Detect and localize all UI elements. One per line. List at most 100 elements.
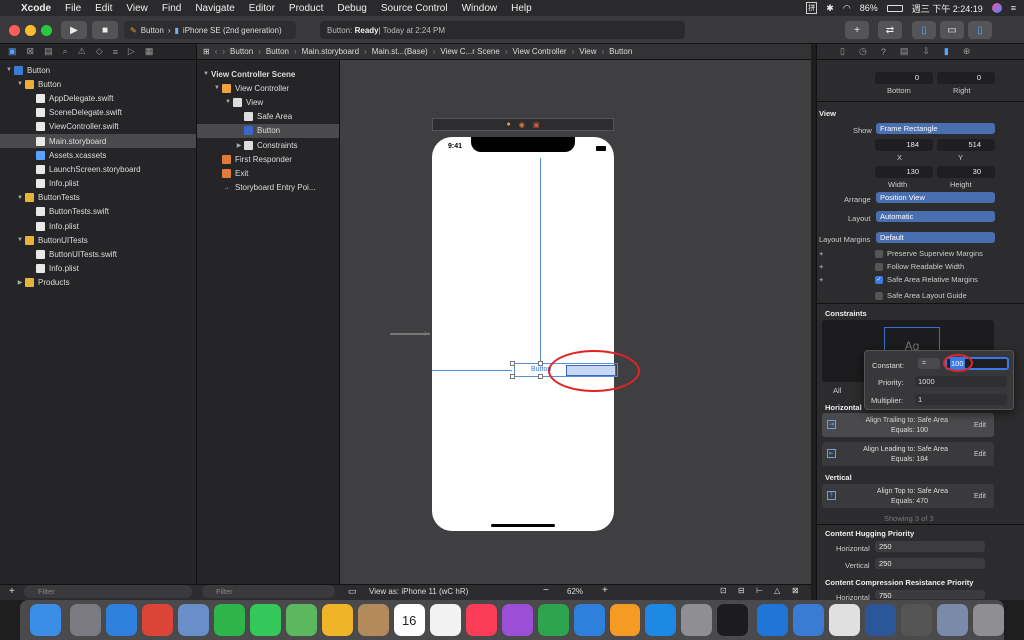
outline-item[interactable]: → Storyboard Entry Poi... xyxy=(197,181,339,195)
outline-item[interactable]: ▼ View Controller xyxy=(197,81,339,95)
jump-bar-item[interactable]: Button xyxy=(230,47,253,56)
update-frames-icon[interactable]: ⊡ xyxy=(720,586,727,595)
navigator-item[interactable]: ▶ Products xyxy=(0,276,196,290)
disclosure-triangle-icon[interactable]: ▼ xyxy=(15,237,25,243)
menu-file[interactable]: File xyxy=(58,3,88,14)
podcasts-icon[interactable] xyxy=(501,604,533,636)
issue-icon[interactable]: ⚠ xyxy=(78,46,86,57)
facetime-icon[interactable] xyxy=(213,604,245,636)
first-responder-icon[interactable]: ◉ xyxy=(519,121,525,129)
zoom-out-button[interactable]: − xyxy=(543,585,549,596)
safari-icon[interactable] xyxy=(105,604,137,636)
jump-bar-item[interactable]: Main.storyboard xyxy=(302,47,359,56)
maps-icon[interactable] xyxy=(285,604,317,636)
constraint-card-trailing[interactable]: ⇥ Align Trailing to: Safe Area Equals: 1… xyxy=(822,413,994,437)
trash-icon[interactable] xyxy=(973,604,1005,636)
pages-icon[interactable] xyxy=(609,604,641,636)
jump-bar-item[interactable]: View C...r Scene xyxy=(440,47,499,56)
align-icon[interactable]: ⊟ xyxy=(738,586,745,595)
minimize-window-button[interactable] xyxy=(25,25,36,36)
history-inspector-icon[interactable]: ◷ xyxy=(859,46,867,57)
control-center-icon[interactable]: ≡ xyxy=(1011,3,1016,13)
add-constraints-icon[interactable]: ⊢ xyxy=(756,586,763,595)
menu-window[interactable]: Window xyxy=(455,3,505,14)
checkbox[interactable] xyxy=(875,292,883,300)
music-icon[interactable] xyxy=(465,604,497,636)
navigator-item[interactable]: AppDelegate.swift xyxy=(0,91,196,105)
navigator-item[interactable]: Info.plist xyxy=(0,219,196,233)
messages-icon[interactable] xyxy=(249,604,281,636)
view-controller-icon[interactable]: ● xyxy=(507,121,511,128)
resize-handle[interactable] xyxy=(538,361,543,366)
constraint-card-leading[interactable]: ⇤ Align Leading to: Safe Area Equals: 18… xyxy=(822,442,994,466)
zoom-in-button[interactable]: + xyxy=(602,585,608,596)
downloads-icon[interactable] xyxy=(937,604,969,636)
contacts-icon[interactable] xyxy=(357,604,389,636)
outline-item[interactable]: ▼ View xyxy=(197,95,339,109)
forward-icon[interactable]: › xyxy=(222,47,225,56)
toggle-debug-area-button[interactable]: ▭ xyxy=(940,21,964,39)
attributes-inspector-icon[interactable]: ⇩ xyxy=(922,46,930,57)
report-icon[interactable]: ▦ xyxy=(145,46,154,57)
resolve-issues-icon[interactable]: △ xyxy=(774,586,780,595)
navigator-item[interactable]: ButtonUITests.swift xyxy=(0,247,196,261)
disclosure-triangle-icon[interactable]: ▼ xyxy=(4,67,14,73)
resize-handle[interactable] xyxy=(510,374,515,379)
app-store-icon[interactable] xyxy=(645,604,677,636)
finder-icon[interactable] xyxy=(30,604,61,636)
bluetooth-icon[interactable]: ✱ xyxy=(826,3,834,14)
input-method-icon[interactable]: 拼 xyxy=(806,2,818,14)
priority-popup[interactable]: 1000 xyxy=(915,376,1007,387)
jump-bar-item[interactable]: Button xyxy=(609,47,632,56)
layout-margins-popup[interactable]: Default xyxy=(876,232,995,243)
system-preferences-icon[interactable] xyxy=(681,604,713,636)
breakpoint-icon[interactable]: ▷ xyxy=(128,46,135,57)
add-file-icon[interactable]: + xyxy=(9,586,15,597)
source-control-icon[interactable]: ⊠ xyxy=(27,46,35,57)
navigator-item[interactable]: ▼ ButtonUITests xyxy=(0,233,196,247)
reminders-icon[interactable] xyxy=(429,604,461,636)
outline-item[interactable]: Exit xyxy=(197,166,339,180)
preview-icon[interactable] xyxy=(177,604,209,636)
numbers-icon[interactable] xyxy=(537,604,569,636)
navigator-item[interactable]: LaunchScreen.storyboard xyxy=(0,162,196,176)
iphone-view[interactable] xyxy=(432,137,614,531)
edit-button[interactable]: Edit xyxy=(974,422,986,429)
arrange-popup[interactable]: Position View xyxy=(876,192,995,203)
navigator-item[interactable]: Info.plist xyxy=(0,177,196,191)
word-icon[interactable] xyxy=(865,604,897,636)
width-field[interactable]: 130 xyxy=(875,166,933,178)
back-icon[interactable]: ‹ xyxy=(215,47,218,56)
show-popup[interactable]: Frame Rectangle xyxy=(876,123,995,134)
jump-bar-item[interactable]: Main.st...(Base) xyxy=(372,47,428,56)
connections-inspector-icon[interactable]: ⊕ xyxy=(963,46,971,57)
keynote-icon[interactable] xyxy=(573,604,605,636)
xcode-icon[interactable] xyxy=(757,604,789,636)
clock[interactable]: 週三 下午 2:24:19 xyxy=(912,2,983,15)
file-inspector-icon[interactable]: ▯ xyxy=(840,46,845,57)
disclosure-triangle-icon[interactable]: ▼ xyxy=(15,195,25,201)
chrome-icon[interactable] xyxy=(141,604,173,636)
test-icon[interactable]: ◇ xyxy=(96,46,103,57)
close-window-button[interactable] xyxy=(9,25,20,36)
plus-icon[interactable]: + xyxy=(819,262,823,271)
wifi-icon[interactable]: ◠ xyxy=(843,3,851,14)
navigator-item[interactable]: Assets.xcassets xyxy=(0,148,196,162)
menu-product[interactable]: Product xyxy=(282,3,330,14)
symbol-icon[interactable]: ▤ xyxy=(44,46,53,57)
edit-button[interactable]: Edit xyxy=(974,451,986,458)
outline-item[interactable]: ▶ Constraints xyxy=(197,138,339,152)
library-plus-button[interactable]: + xyxy=(845,21,869,39)
relation-popup[interactable]: = xyxy=(918,358,940,369)
battery-percent[interactable]: 86% xyxy=(860,3,878,13)
menu-find[interactable]: Find xyxy=(155,3,188,14)
multiplier-popup[interactable]: 1 xyxy=(915,394,1007,405)
navigator-item[interactable]: SceneDelegate.swift xyxy=(0,106,196,120)
disclosure-triangle-icon[interactable]: ▶ xyxy=(234,142,244,149)
navigator-filter-field[interactable]: Filter xyxy=(24,585,192,598)
photos-icon[interactable] xyxy=(321,604,353,636)
outline-item[interactable]: Safe Area xyxy=(197,110,339,124)
launchpad-icon[interactable] xyxy=(69,604,101,636)
plus-icon[interactable]: + xyxy=(819,275,823,284)
embed-icon[interactable]: ⊠ xyxy=(792,586,799,595)
